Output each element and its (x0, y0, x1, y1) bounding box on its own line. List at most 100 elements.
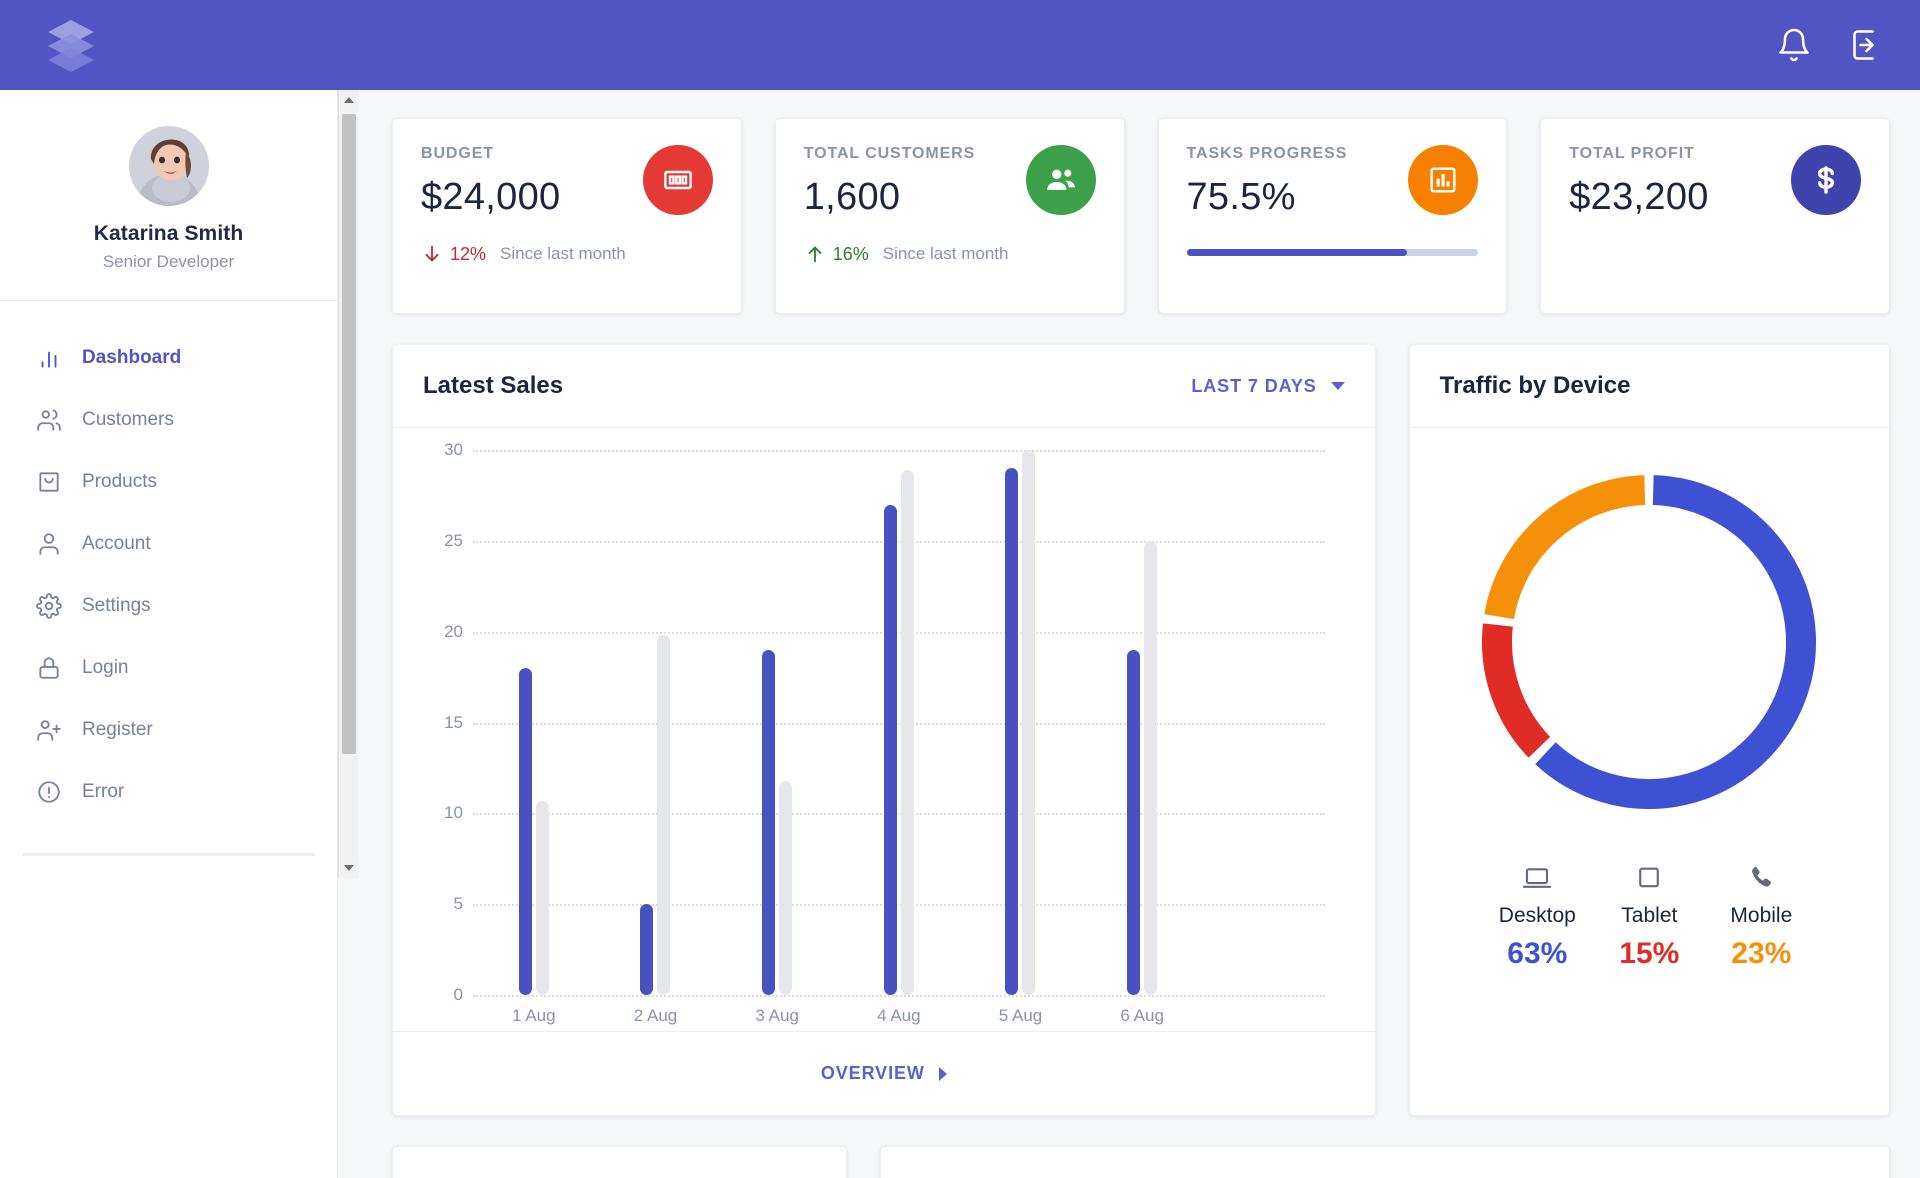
overview-button[interactable]: OVERVIEW (821, 1063, 947, 1084)
sidebar-item-label: Customers (82, 409, 174, 430)
scrollbar-thumb[interactable] (342, 114, 356, 754)
y-axis-tick: 5 (453, 894, 463, 914)
insert-chart-icon (1408, 145, 1479, 215)
arrow-down-icon (421, 243, 443, 265)
legend-item-mobile[interactable]: Mobile 23% (1705, 861, 1817, 971)
user-icon (34, 529, 64, 559)
sidebar-item-error[interactable]: Error (22, 761, 315, 823)
gear-icon (34, 591, 64, 621)
bars-layer (473, 450, 1325, 995)
sidebar-item-settings[interactable]: Settings (22, 575, 315, 637)
x-axis-tick: 1 Aug (512, 1006, 556, 1025)
stat-label: TOTAL PROFIT (1569, 145, 1695, 162)
x-axis-labels: 1 Aug 2 Aug 3 Aug 4 Aug 5 Aug 6 Aug (473, 1006, 1325, 1036)
scroll-up-button[interactable] (339, 90, 359, 110)
phone-icon (1746, 861, 1776, 895)
sidebar-divider (22, 853, 315, 856)
stat-card-total-profit: TOTAL PROFIT $23,200 (1540, 118, 1890, 314)
bar-secondary[interactable] (535, 800, 549, 995)
y-axis-tick: 0 (453, 985, 463, 1004)
bar-chart: 0 5 10 15 20 25 30 1 Aug 2 Aug 3 Aug 4 Aug 5 Aug 6 A… (393, 428, 1375, 1031)
date-range-selector[interactable]: LAST 7 DAYS (1191, 376, 1345, 397)
stat-change-text: Since last month (500, 244, 626, 263)
legend-item-desktop[interactable]: Desktop 63% (1481, 861, 1593, 971)
bar-secondary[interactable] (1022, 450, 1036, 995)
y-axis-tick: 20 (444, 621, 463, 641)
stat-top: TASKS PROGRESS 75.5% (1187, 145, 1479, 219)
sidebar-item-customers[interactable]: Customers (22, 389, 315, 451)
alert-circle-icon (34, 777, 64, 807)
y-axis-tick: 30 (444, 440, 463, 459)
bar-secondary[interactable] (779, 780, 793, 995)
bar-secondary[interactable] (900, 469, 914, 995)
bar-primary[interactable] (1005, 468, 1019, 995)
legend-percent: 15% (1619, 937, 1680, 970)
latest-sales-footer: OVERVIEW (393, 1031, 1375, 1115)
bar-chart-icon (34, 343, 64, 373)
caret-up-icon (344, 97, 354, 103)
profile-name: Katarina Smith (93, 222, 244, 245)
donut-slice-mobile[interactable] (1484, 475, 1646, 620)
layers-logo[interactable] (40, 14, 102, 76)
traffic-by-device-card: Traffic by Device Desktop 63% Tablet 15% Mob… (1408, 344, 1890, 1116)
avatar[interactable] (128, 126, 209, 206)
stat-text: TOTAL PROFIT $23,200 (1569, 145, 1708, 219)
sidebar: Katarina Smith Senior Developer Dashboar… (0, 90, 338, 1178)
stat-change-text: Since last month (882, 244, 1009, 263)
arrow-up-icon (804, 243, 826, 265)
bar-primary[interactable] (518, 668, 532, 995)
legend-item-tablet[interactable]: Tablet 15% (1593, 861, 1705, 971)
sidebar-item-dashboard[interactable]: Dashboard (22, 327, 315, 389)
caret-down-icon (344, 865, 354, 871)
stat-label: TASKS PROGRESS (1186, 145, 1348, 162)
bar-primary[interactable] (883, 504, 897, 995)
tasks-progress-bar (1186, 249, 1479, 256)
sidebar-item-label: Products (82, 471, 157, 492)
stat-card-total-customers: TOTAL CUSTOMERS 1,600 16% Since last month (774, 118, 1125, 314)
stat-top: BUDGET $24,000 (421, 145, 713, 219)
stat-card-budget: BUDGET $24,000 12% Since last month (392, 118, 742, 314)
bar-primary[interactable] (640, 904, 654, 995)
stat-text: TOTAL CUSTOMERS 1,600 (804, 145, 975, 219)
bar-secondary[interactable] (657, 635, 671, 995)
stat-value: $23,200 (1569, 176, 1709, 218)
sidebar-item-register[interactable]: Register (22, 699, 315, 761)
scroll-down-button[interactable] (339, 858, 359, 878)
profile-role: Senior Developer (102, 252, 235, 271)
traffic-header: Traffic by Device (1409, 345, 1889, 428)
sidebar-nav: Dashboard Customers Products Account Setting… (0, 301, 337, 823)
donut-slice-desktop[interactable] (1535, 475, 1817, 809)
sidebar-item-login[interactable]: Login (22, 637, 315, 699)
donut-slice-tablet[interactable] (1482, 623, 1551, 758)
bar-secondary[interactable] (1144, 540, 1158, 995)
sidebar-item-products[interactable]: Products (22, 451, 315, 513)
stat-value: 75.5% (1186, 176, 1296, 218)
app-bar-actions (1776, 27, 1886, 63)
bar-chart-plot: 0 5 10 15 20 25 30 1 Aug 2 Aug 3 Aug 4 Aug 5 Aug 6 A… (417, 440, 1351, 1025)
sidebar-profile: Katarina Smith Senior Developer (0, 90, 337, 301)
stat-text: BUDGET $24,000 (421, 145, 560, 219)
stat-label: TOTAL CUSTOMERS (803, 145, 976, 162)
logout-icon[interactable] (1850, 27, 1886, 63)
lock-icon (34, 653, 64, 683)
legend-label: Desktop (1498, 904, 1576, 927)
chevron-down-icon (1330, 382, 1345, 390)
y-axis-tick: 10 (444, 803, 463, 823)
user-plus-icon (34, 715, 64, 745)
bar-primary[interactable] (1127, 649, 1141, 995)
sidebar-scrollbar[interactable] (338, 90, 359, 878)
stat-label: BUDGET (421, 145, 494, 162)
legend-percent: 23% (1731, 937, 1792, 970)
x-axis-tick: 2 Aug (633, 1006, 678, 1025)
sidebar-item-label: Login (82, 657, 129, 678)
notifications-bell-icon[interactable] (1776, 27, 1812, 63)
y-axis-tick: 25 (444, 530, 463, 550)
stat-text: TASKS PROGRESS 75.5% (1187, 145, 1348, 219)
tablet-icon (1634, 861, 1664, 895)
legend-label: Tablet (1621, 904, 1678, 927)
x-axis-tick: 3 Aug (755, 1006, 799, 1025)
stat-value: 1,600 (803, 176, 901, 218)
bar-primary[interactable] (762, 649, 776, 995)
main-content: BUDGET $24,000 12% Since last month TOTAL CU… (358, 90, 1920, 1178)
sidebar-item-account[interactable]: Account (22, 513, 315, 575)
